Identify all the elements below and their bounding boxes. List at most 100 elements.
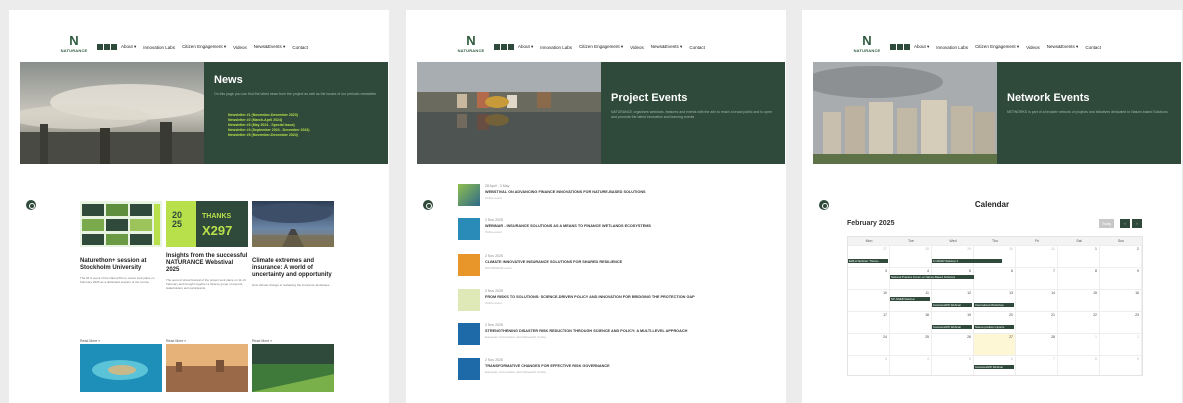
newsletter-link[interactable]: Newsletter #5 (November-December 2024) [228,133,378,138]
calendar-day[interactable]: 27 [848,245,890,267]
calendar-today-button[interactable]: Today [1099,219,1114,228]
calendar-event[interactable]: Fr-RNAR Webinar 4 [932,259,1002,263]
event-item[interactable]: 2 Nov 2025 WEBINAR - INSURANCE SOLUTIONS … [458,218,778,240]
twitter-icon[interactable] [104,44,110,50]
calendar-day[interactable]: 17 [848,311,890,333]
calendar-day[interactable]: 23 [1100,311,1142,333]
nav-news-events[interactable]: News&Events ▾ [254,44,286,50]
facebook-icon[interactable] [890,44,896,50]
calendar-event[interactable]: NP-NNEB Webinar [890,297,930,301]
calendar-event[interactable]: InsuranceNW Webinar [932,325,972,329]
event-title[interactable]: FROM RISKS TO SOLUTIONS: SCIENCE-DRIVEN … [485,295,695,299]
nav-videos[interactable]: Videos [1026,45,1040,50]
nav-videos[interactable]: Videos [630,45,644,50]
read-more-link[interactable]: Read More » [166,339,186,343]
calendar-day[interactable]: 15 [1058,289,1100,311]
nav-news-events[interactable]: News&Events ▾ [651,44,683,50]
event-title[interactable]: TRANSFORMATIVE CHANGES FOR EFFECTIVE RIS… [485,364,610,368]
accessibility-icon[interactable] [26,200,36,210]
calendar-prev-button[interactable]: ‹ [1120,219,1130,228]
calendar-day[interactable]: 7 [1016,355,1058,375]
calendar-day[interactable]: 5 [932,355,974,375]
calendar-day[interactable]: 10 [848,289,890,311]
nav-citizen-engagement[interactable]: Citizen Engagement ▾ [182,44,226,50]
calendar-day[interactable]: 28 [1016,333,1058,355]
calendar-day[interactable]: 28 [890,245,932,267]
nav-innovation-labs[interactable]: Innovation Labs [540,45,572,50]
nav-citizen-engagement[interactable]: Citizen Engagement ▾ [975,44,1019,50]
calendar-event[interactable]: Nature-positive impacts [974,325,1014,329]
calendar-day[interactable]: 18 [890,311,932,333]
news-card[interactable]: Climate extremes and insurance: A world … [252,201,334,343]
calendar-event[interactable]: EWLA Webinar: Thurso... [848,259,888,263]
calendar-day[interactable]: 21 [1016,311,1058,333]
calendar-day[interactable]: 3 [848,267,890,289]
calendar-day[interactable]: 22 [1058,311,1100,333]
calendar-day[interactable]: 13 [974,289,1016,311]
facebook-icon[interactable] [97,44,103,50]
nav-contact[interactable]: Contact [689,45,705,50]
calendar-event[interactable]: National Practice Forum on Nature-Based … [890,275,974,279]
calendar-day[interactable]: 2 [1100,333,1142,355]
nav-contact[interactable]: Contact [292,45,308,50]
calendar-day[interactable]: 26 [932,333,974,355]
webinar-promo-thumbnail[interactable] [252,344,334,392]
coast-aerial-thumbnail[interactable] [80,344,162,392]
event-item[interactable]: 2 Nov 2025 TRANSFORMATIVE CHANGES FOR EFF… [458,358,778,380]
linkedin-icon[interactable] [111,44,117,50]
calendar-day[interactable]: 1 [1058,333,1100,355]
city-sunset-thumbnail[interactable] [166,344,248,392]
nav-innovation-labs[interactable]: Innovation Labs [936,45,968,50]
nav-contact[interactable]: Contact [1085,45,1101,50]
calendar-day[interactable]: 9 [1100,355,1142,375]
calendar-day[interactable]: 30 [974,245,1016,267]
accessibility-icon[interactable] [423,200,433,210]
calendar-day[interactable]: 25 [890,333,932,355]
calendar-next-button[interactable]: › [1132,219,1142,228]
nav-citizen-engagement[interactable]: Citizen Engagement ▾ [579,44,623,50]
nav-innovation-labs[interactable]: Innovation Labs [143,45,175,50]
event-title[interactable]: STRENGTHENING DISASTER RISK REDUCTION TH… [485,329,687,333]
calendar-day[interactable]: 1 [1058,245,1100,267]
calendar-day[interactable]: 9 [1100,267,1142,289]
calendar-day[interactable]: 3 [848,355,890,375]
news-card[interactable]: 20 25 THANKS X297 Insights from the succe… [166,201,248,343]
calendar-day[interactable]: 7 [1016,267,1058,289]
event-item[interactable]: 2 Nov 2025 FROM RISKS TO SOLUTIONS: SCIEN… [458,289,778,311]
event-item[interactable]: 2 Nov 2025 CLIMATE INNOVATIVE INSURANCE S… [458,254,778,276]
event-title[interactable]: WEBINAR - INSURANCE SOLUTIONS AS A MEANS… [485,224,651,228]
calendar-day[interactable]: 20 [974,311,1016,333]
facebook-icon[interactable] [494,44,500,50]
nav-videos[interactable]: Videos [233,45,247,50]
calendar-day-today[interactable]: 27 [974,333,1016,355]
calendar-event[interactable]: InsuranceNW Webinar [974,365,1014,369]
nav-about[interactable]: About ▾ [914,44,929,50]
twitter-icon[interactable] [897,44,903,50]
event-title[interactable]: CLIMATE INNOVATIVE INSURANCE SOLUTIONS F… [485,260,622,264]
event-item[interactable]: 28 April - 3 May WEBSTIVAL ON ADVANCING F… [458,184,778,206]
calendar-day[interactable]: 6 [974,267,1016,289]
calendar-event[interactable]: InsuranceNW Webinar [932,303,972,307]
calendar-day[interactable]: 8 [1058,355,1100,375]
calendar-day[interactable]: 12 [932,289,974,311]
naturance-logo[interactable]: N NATURANCE [57,34,91,60]
calendar-day[interactable]: 4 [890,355,932,375]
calendar-day[interactable]: 8 [1058,267,1100,289]
twitter-icon[interactable] [501,44,507,50]
linkedin-icon[interactable] [904,44,910,50]
read-more-link[interactable]: Read More » [80,339,100,343]
calendar-day[interactable]: 14 [1016,289,1058,311]
calendar-day[interactable]: 2 [1100,245,1142,267]
calendar-day[interactable]: 16 [1100,289,1142,311]
nav-about[interactable]: About ▾ [121,44,136,50]
naturance-logo[interactable]: N NATURANCE [850,34,884,60]
event-item[interactable]: 2 Nov 2025 STRENGTHENING DISASTER RISK RE… [458,323,778,345]
linkedin-icon[interactable] [508,44,514,50]
news-card[interactable]: Naturethon+ session at Stockholm Univers… [80,201,162,343]
nav-news-events[interactable]: News&Events ▾ [1047,44,1079,50]
calendar-event[interactable]: International Workshop [974,303,1014,307]
nav-about[interactable]: About ▾ [518,44,533,50]
naturance-logo[interactable]: N NATURANCE [454,34,488,60]
calendar-day[interactable]: 31 [1016,245,1058,267]
calendar-day[interactable]: 24 [848,333,890,355]
